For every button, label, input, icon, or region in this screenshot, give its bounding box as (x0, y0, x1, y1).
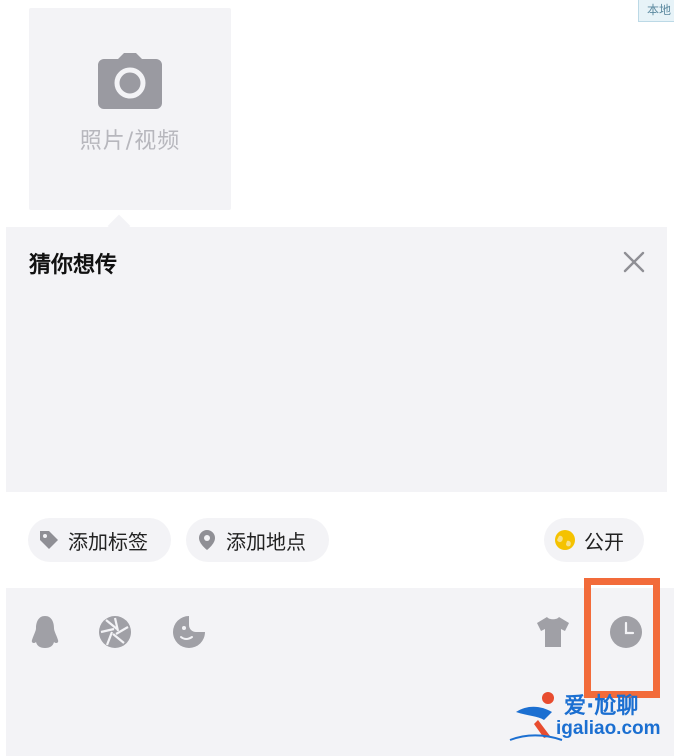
sticker-icon[interactable] (170, 613, 208, 651)
camera-icon (98, 53, 162, 109)
watermark-title: 爱·尬聊 (564, 694, 639, 719)
close-icon[interactable] (621, 249, 647, 275)
add-location-button[interactable]: 添加地点 (186, 518, 329, 562)
suggestion-title: 猜你想传 (29, 253, 118, 278)
add-tag-button[interactable]: 添加标签 (28, 518, 171, 562)
highlight-box (584, 578, 660, 698)
location-pin-icon (196, 529, 218, 551)
suggestion-panel: 猜你想传 (6, 227, 667, 492)
publish-page: 本地 照片/视频 猜你想传 添加标签 添加地点 公开 爱·尬聊 igaliao.… (0, 0, 674, 756)
watermark: 爱·尬聊 igaliao.com (508, 688, 668, 748)
add-tag-label: 添加标签 (68, 529, 148, 554)
globe-icon (554, 529, 576, 551)
aperture-icon[interactable] (96, 613, 134, 651)
corner-tag[interactable]: 本地 (638, 0, 674, 22)
photo-video-picker[interactable]: 照片/视频 (29, 8, 231, 210)
shirt-icon[interactable] (534, 613, 572, 651)
add-location-label: 添加地点 (226, 529, 306, 554)
privacy-label: 公开 (584, 529, 624, 554)
qq-penguin-icon[interactable] (26, 613, 64, 651)
privacy-button[interactable]: 公开 (544, 518, 644, 562)
watermark-url: igaliao.com (556, 718, 661, 739)
photo-video-label: 照片/视频 (79, 129, 181, 154)
tag-icon (38, 529, 60, 551)
